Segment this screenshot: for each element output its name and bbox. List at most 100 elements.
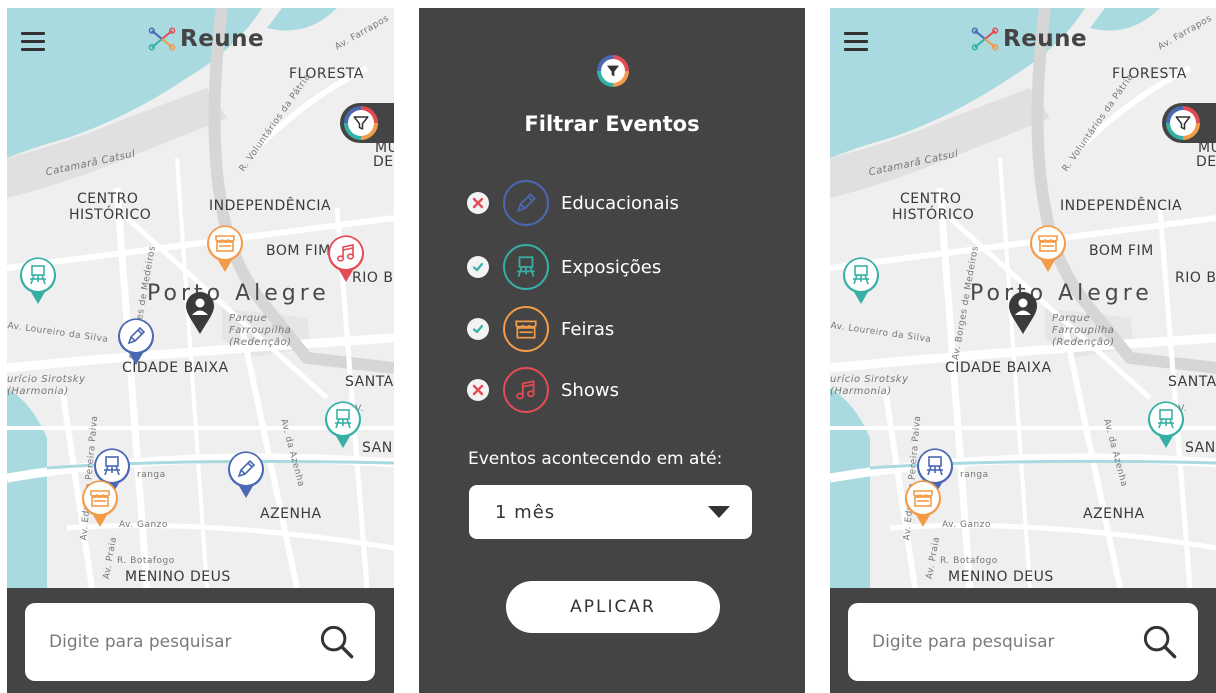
- search-bar-container: Digite para pesquisar: [830, 588, 1216, 693]
- app-logo: Reune: [148, 26, 264, 52]
- map-label: AZENHA: [260, 506, 322, 522]
- checked-icon[interactable]: [467, 318, 489, 340]
- apply-button[interactable]: APLICAR: [506, 581, 720, 633]
- logo-mark-icon: [148, 27, 176, 51]
- filter-option-label: Feiras: [561, 318, 615, 340]
- city-label: Porto Alegre: [147, 281, 330, 306]
- map-label: (Redenção): [1052, 337, 1115, 348]
- easel-icon: [503, 244, 549, 290]
- exhibition-pin[interactable]: [840, 254, 882, 306]
- map-label: INDEPENDÊNCIA: [209, 198, 332, 214]
- search-icon[interactable]: [1142, 624, 1178, 660]
- logo-mark-icon: [971, 27, 999, 51]
- funnel-icon: [1174, 114, 1192, 132]
- educational-pin[interactable]: [115, 315, 157, 367]
- unchecked-icon[interactable]: [467, 192, 489, 214]
- music-note-icon: [503, 367, 549, 413]
- map-label: (Redenção): [229, 337, 292, 348]
- funnel-icon: [605, 63, 621, 79]
- chevron-down-icon: [708, 506, 730, 518]
- map-label: MENINO DEUS: [948, 569, 1054, 585]
- pencil-icon: [503, 180, 549, 226]
- map-label: SANTA: [1168, 374, 1216, 390]
- filter-button[interactable]: [1162, 103, 1216, 143]
- city-label: Porto Alegre: [970, 281, 1153, 306]
- menu-icon[interactable]: [21, 32, 45, 52]
- map-label: DE: [373, 154, 394, 170]
- menu-icon[interactable]: [844, 32, 868, 52]
- filter-panel: Filtrar Eventos Educacionais Exposições …: [419, 8, 805, 693]
- educational-pin[interactable]: [225, 448, 267, 500]
- map-view[interactable]: FLORESTA CENTRO HISTÓRICO INDEPENDÊNCIA …: [830, 8, 1216, 588]
- map-label: Parque: [229, 313, 268, 324]
- map-label: INDEPENDÊNCIA: [1060, 198, 1183, 214]
- filter-option-exposicoes[interactable]: Exposições: [467, 243, 661, 291]
- filter-option-feiras[interactable]: Feiras: [467, 305, 614, 353]
- map-label: SANTA: [345, 374, 394, 390]
- filter-header-icon: [597, 55, 629, 87]
- period-label: Eventos acontecendo em até:: [468, 449, 723, 469]
- fair-pin[interactable]: [204, 222, 246, 274]
- map-label: urício Sirotsky: [830, 374, 909, 385]
- map-label: HISTÓRICO: [69, 207, 152, 223]
- checked-icon[interactable]: [467, 256, 489, 278]
- map-view[interactable]: FLORESTA CENTRO HISTÓRICO INDEPENDÊNCIA …: [7, 8, 394, 588]
- map-label: DE: [1196, 154, 1216, 170]
- search-placeholder: Digite para pesquisar: [872, 632, 1055, 652]
- street-label: Av. Ganzo: [942, 520, 991, 530]
- logo-text: Reune: [180, 26, 265, 52]
- search-bar-container: Digite para pesquisar: [7, 588, 394, 693]
- map-label: SAN: [362, 440, 393, 456]
- map-label: CENTRO: [900, 191, 962, 207]
- search-field[interactable]: Digite para pesquisar: [848, 603, 1198, 681]
- fair-pin[interactable]: [79, 477, 121, 529]
- map-label: SAN: [1185, 440, 1216, 456]
- filter-button[interactable]: [340, 103, 394, 143]
- map-label: Farroupilha: [1052, 325, 1115, 336]
- street-label: R. Botafogo: [940, 556, 998, 566]
- street-label: ranga: [960, 470, 989, 480]
- map-label: (Harmonia): [7, 386, 69, 397]
- exhibition-pin[interactable]: [322, 398, 364, 450]
- map-screen-right: FLORESTA CENTRO HISTÓRICO INDEPENDÊNCIA …: [830, 8, 1216, 693]
- app-logo: Reune: [971, 26, 1087, 52]
- period-value: 1 mês: [495, 501, 556, 523]
- search-placeholder: Digite para pesquisar: [49, 632, 232, 652]
- map-label: (Harmonia): [830, 386, 892, 397]
- map-label: BOM FIM: [266, 243, 331, 259]
- filter-option-shows[interactable]: Shows: [467, 366, 619, 414]
- map-label: MENINO DEUS: [125, 569, 231, 585]
- map-screen-left: FLORESTA CENTRO HISTÓRICO INDEPENDÊNCIA …: [7, 8, 394, 693]
- filter-option-educacionais[interactable]: Educacionais: [467, 179, 679, 227]
- exhibition-pin[interactable]: [17, 254, 59, 306]
- period-select[interactable]: 1 mês: [469, 485, 752, 539]
- fair-pin[interactable]: [1027, 222, 1069, 274]
- map-label: Farroupilha: [229, 325, 292, 336]
- search-icon[interactable]: [319, 624, 355, 660]
- map-label: RIO BR: [1175, 270, 1216, 286]
- map-label: urício Sirotsky: [7, 374, 86, 385]
- exhibition-pin[interactable]: [1145, 398, 1187, 450]
- map-label: HISTÓRICO: [892, 207, 975, 223]
- filter-option-label: Shows: [561, 379, 619, 401]
- map-label: Parque: [1052, 313, 1091, 324]
- map-label: CIDADE BAIXA: [945, 360, 1052, 376]
- unchecked-icon[interactable]: [467, 379, 489, 401]
- search-field[interactable]: Digite para pesquisar: [25, 603, 375, 681]
- show-pin[interactable]: [325, 232, 367, 284]
- user-location-pin: [186, 292, 214, 334]
- map-label: AZENHA: [1083, 506, 1145, 522]
- fair-pin[interactable]: [902, 477, 944, 529]
- funnel-icon: [352, 114, 370, 132]
- filter-option-label: Exposições: [561, 256, 662, 278]
- street-label: Av. Ganzo: [119, 520, 168, 530]
- street-label: ranga: [137, 470, 166, 480]
- market-stall-icon: [503, 306, 549, 352]
- user-location-pin: [1009, 292, 1037, 334]
- map-label: CENTRO: [77, 191, 139, 207]
- filter-option-label: Educacionais: [561, 192, 679, 214]
- filter-title: Filtrar Eventos: [524, 112, 700, 136]
- logo-text: Reune: [1003, 26, 1088, 52]
- map-label: BOM FIM: [1089, 243, 1154, 259]
- street-label: R. Botafogo: [117, 556, 175, 566]
